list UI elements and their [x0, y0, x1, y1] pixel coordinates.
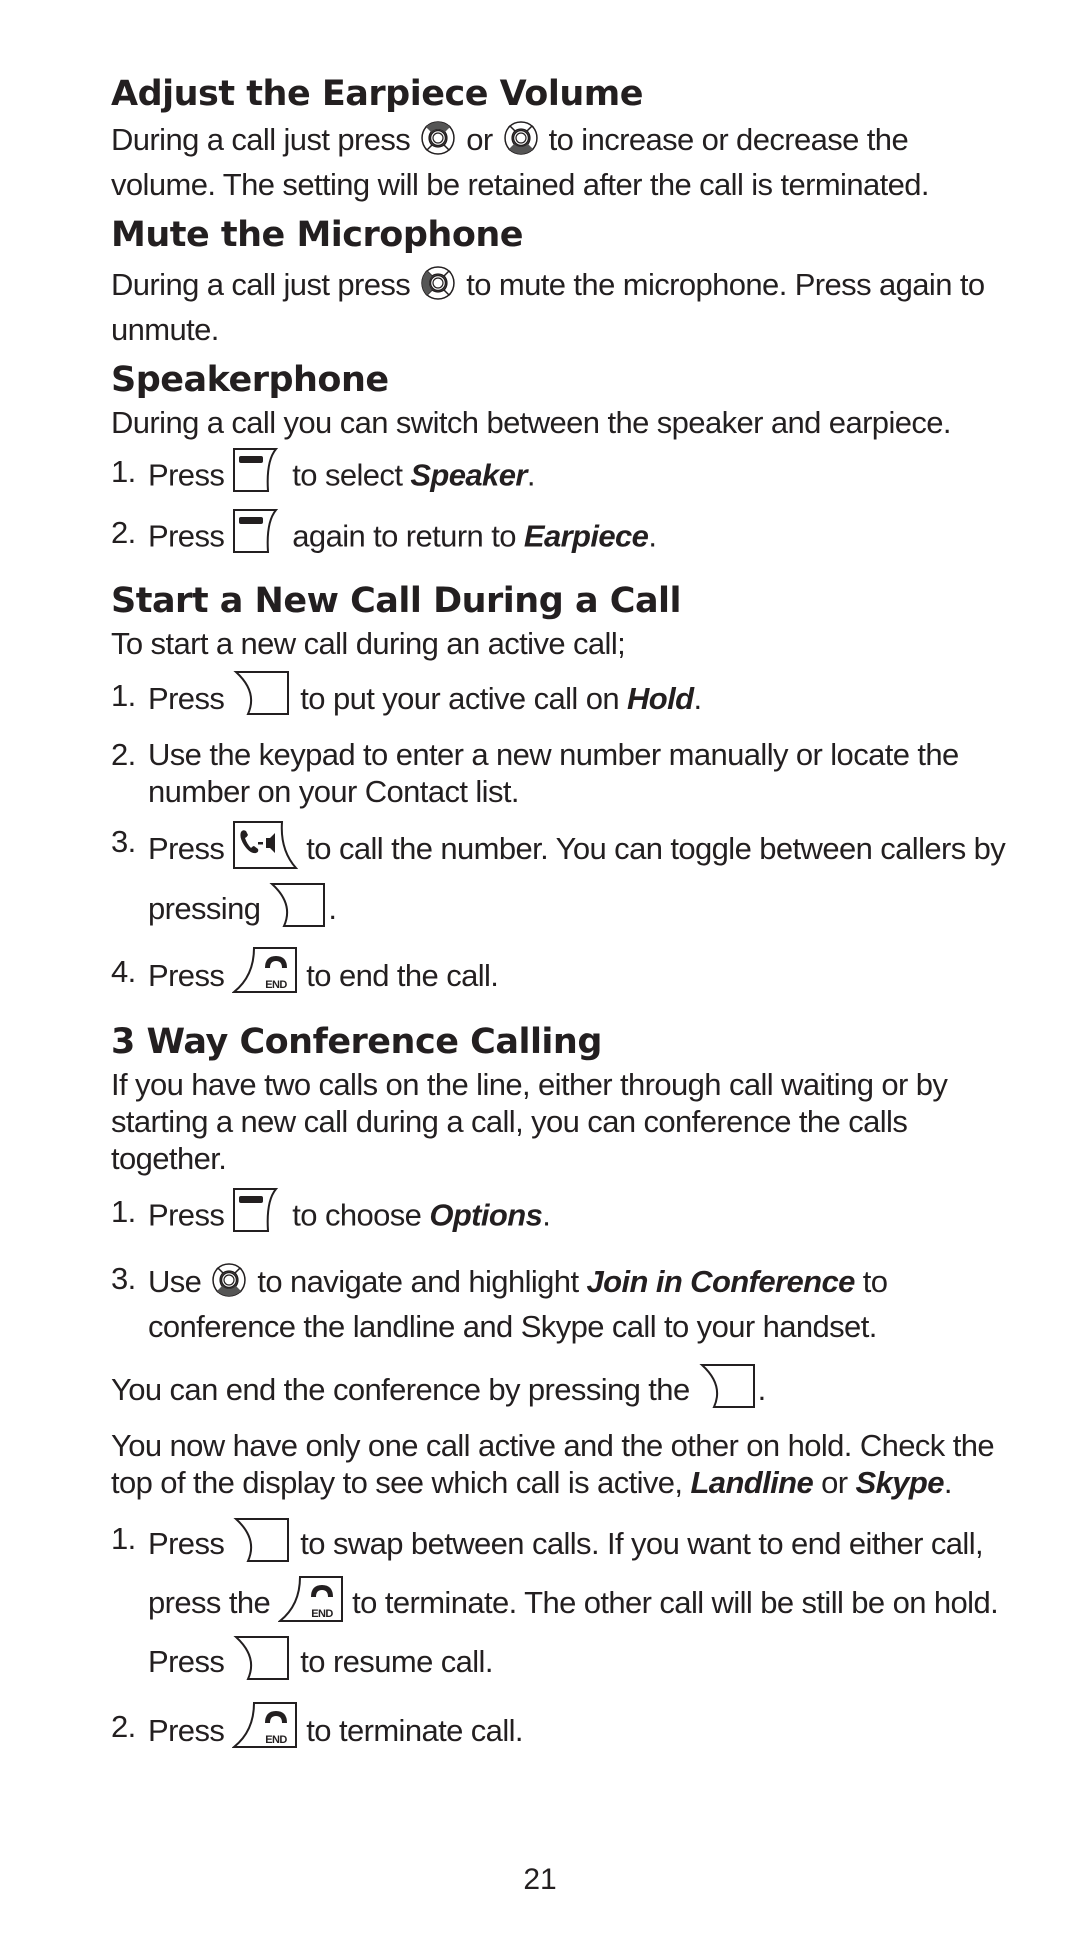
new-call-steps: 1. Press to put your active call on Hold… [111, 670, 1011, 1010]
list-item: 2. Use the keypad to enter a new number … [111, 737, 959, 809]
swap-steps: 1. Press to swap between calls. If you w… [111, 1517, 1011, 1765]
section-speakerphone: Speakerphone During a call you can switc… [111, 356, 1011, 569]
nav-key-down-icon [501, 118, 541, 166]
manual-page: Adjust the Earpiece Volume During a call… [111, 70, 1011, 1771]
mute-paragraph: During a call just press to mute the mic… [111, 263, 1011, 348]
list-item: 1. Press to select Speaker. [111, 447, 1011, 508]
list-item: 3. Press to call the number. You can tog… [111, 820, 1011, 940]
list-item: 1. Press to put your active call on Hold… [111, 670, 1011, 732]
right-softkey-icon [232, 1635, 292, 1693]
end-conference-paragraph: You can end the conference by pressing t… [111, 1363, 1011, 1421]
heading-mute-microphone: Mute the Microphone [111, 215, 524, 255]
new-call-intro: To start a new call during an active cal… [111, 626, 626, 661]
section-mute-microphone: Mute the Microphone During a call just p… [111, 211, 1011, 348]
speakerphone-intro: During a call you can switch between the… [111, 405, 952, 440]
section-conference-calling: 3 Way Conference Calling If you have two… [111, 1018, 1011, 1765]
right-softkey-icon [268, 882, 328, 940]
list-item: 2. Press again to return to Earpiece. [111, 508, 1011, 569]
heading-new-call: Start a New Call During a Call [111, 581, 682, 621]
right-softkey-icon [232, 670, 292, 732]
svg-text:END: END [266, 1734, 288, 1746]
right-softkey-icon [698, 1363, 758, 1421]
section-new-call-during-call: Start a New Call During a Call To start … [111, 577, 1011, 1010]
page-number: 21 [523, 1863, 557, 1896]
list-item: 4. Press END to end the call. [111, 946, 1011, 1010]
talk-speaker-key-icon [232, 820, 299, 882]
conference-steps: 1. Press to choose Options. 3. Use to na… [111, 1187, 1011, 1345]
list-item: 2. Press END to terminate call. [111, 1701, 1011, 1765]
nav-key-down-icon [209, 1260, 249, 1308]
speakerphone-steps: 1. Press to select Speaker. 2. Press aga… [111, 447, 1011, 569]
left-softkey-icon [232, 508, 284, 569]
left-softkey-icon [232, 1187, 284, 1248]
right-softkey-icon [232, 1517, 292, 1575]
svg-text:END: END [311, 1608, 333, 1620]
list-item: 1. Press to choose Options. [111, 1187, 1011, 1248]
heading-conference: 3 Way Conference Calling [111, 1022, 602, 1062]
list-item: 3. Use to navigate and highlight Join in… [111, 1260, 888, 1344]
heading-earpiece-volume: Adjust the Earpiece Volume [111, 74, 643, 114]
nav-key-left-icon [418, 263, 458, 311]
end-key-icon: END [277, 1575, 344, 1635]
hold-paragraph: You now have only one call active and th… [111, 1428, 995, 1500]
left-softkey-icon [232, 447, 284, 508]
list-item: 1. Press to swap between calls. If you w… [111, 1517, 1011, 1693]
section-earpiece-volume: Adjust the Earpiece Volume During a call… [111, 70, 1011, 203]
nav-key-up-icon [418, 118, 458, 166]
svg-text:END: END [266, 979, 288, 991]
earpiece-paragraph: During a call just press or to increase … [111, 118, 1011, 203]
conference-intro: If you have two calls on the line, eithe… [111, 1067, 948, 1176]
end-key-icon: END [231, 946, 298, 1010]
end-key-icon: END [231, 1701, 298, 1765]
heading-speakerphone: Speakerphone [111, 360, 389, 400]
